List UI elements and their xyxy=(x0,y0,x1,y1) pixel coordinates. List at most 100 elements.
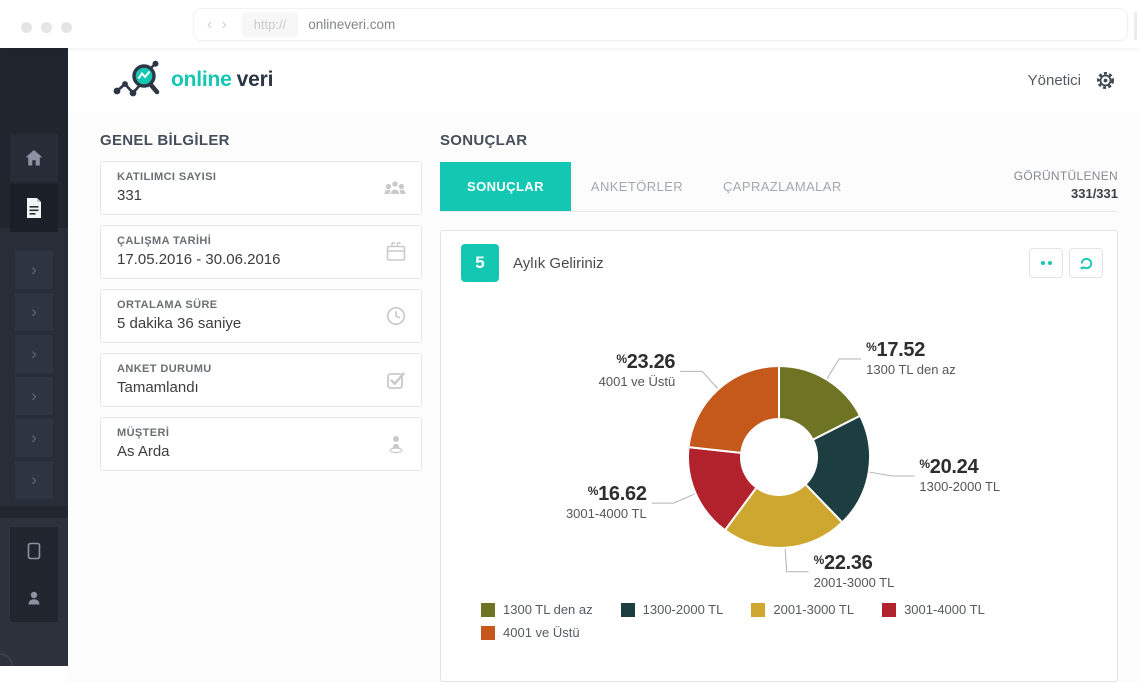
sidebar-item-expand-2[interactable]: › xyxy=(15,293,53,331)
info-panel: GENEL BİLGİLER KATILIMCI SAYISI 331 xyxy=(100,112,422,682)
legend-swatch xyxy=(481,626,495,640)
reset-button[interactable] xyxy=(1069,248,1103,278)
question-card: 5 Aylık Geliriniz xyxy=(440,230,1118,682)
tab-caprazlamalar[interactable]: ÇAPRAZLAMALAR xyxy=(703,162,862,211)
chart-leader-line xyxy=(827,359,861,379)
sidebar-item-profile[interactable] xyxy=(10,574,58,622)
sidebar-item-expand-5[interactable]: › xyxy=(15,419,53,457)
legend-item[interactable]: 4001 ve Üstü xyxy=(481,625,580,640)
legend-swatch xyxy=(751,603,765,617)
info-card-label: ANKET DURUMU xyxy=(117,363,375,375)
sidebar-item-home[interactable] xyxy=(10,134,58,182)
window-dot[interactable] xyxy=(21,22,32,33)
logo-text-secondary: veri xyxy=(237,68,274,91)
chart-leader-line xyxy=(680,371,717,388)
sidebar-item-expand-3[interactable]: › xyxy=(15,335,53,373)
viewed-counter: GÖRÜNTÜLENEN 331/331 xyxy=(1014,168,1118,205)
forward-icon[interactable]: › xyxy=(221,17,226,33)
viewed-label: GÖRÜNTÜLENEN xyxy=(1014,168,1118,185)
gear-icon xyxy=(1096,71,1115,90)
info-card-value: 331 xyxy=(117,187,375,204)
info-card-value: 17.05.2016 - 30.06.2016 xyxy=(117,251,375,268)
dots-icon xyxy=(1041,261,1052,265)
checkbox-icon xyxy=(384,368,408,392)
chart-leader-line xyxy=(652,494,695,503)
window-dot[interactable] xyxy=(41,22,52,33)
window-dot[interactable] xyxy=(61,22,72,33)
info-card-value: As Arda xyxy=(117,443,375,460)
sidebar-item-device[interactable] xyxy=(10,527,58,575)
info-card-label: ORTALAMA SÜRE xyxy=(117,299,375,311)
info-card-label: KATILIMCI SAYISI xyxy=(117,171,375,183)
back-icon[interactable]: ‹ xyxy=(207,17,212,33)
chart-slice-label: %16.623001-4000 TL xyxy=(566,484,647,521)
scrollbar[interactable] xyxy=(1134,12,1137,40)
legend-swatch xyxy=(481,603,495,617)
logo[interactable]: onlineveri xyxy=(110,59,273,101)
tabs: SONUÇLAR ANKETÖRLER ÇAPRAZLAMALAR GÖRÜNT… xyxy=(440,162,1118,212)
question-title: Aylık Geliriniz xyxy=(513,255,604,272)
info-card-date-range: ÇALIŞMA TARİHİ 17.05.2016 - 30.06.2016 xyxy=(100,225,422,279)
tablet-icon xyxy=(25,541,43,561)
info-card-label: ÇALIŞMA TARİHİ xyxy=(117,235,375,247)
sidebar-item-expand-6[interactable]: › xyxy=(15,461,53,499)
chevron-right-icon: › xyxy=(31,470,37,490)
user-menu[interactable]: Yönetici xyxy=(1028,72,1081,89)
info-card-customer: MÜŞTERİ As Arda xyxy=(100,417,422,471)
browser-bar: ‹ › http:// onlineveri.com xyxy=(0,0,1140,48)
legend-swatch xyxy=(621,603,635,617)
sidebar-item-expand-4[interactable]: › xyxy=(15,377,53,415)
sidebar: › › › › › › xyxy=(0,48,68,666)
sidebar-divider xyxy=(0,506,68,518)
more-button[interactable] xyxy=(1029,248,1063,278)
results-panel-title: SONUÇLAR xyxy=(440,132,1118,149)
legend-item[interactable]: 3001-4000 TL xyxy=(882,602,985,617)
settings-button[interactable] xyxy=(1096,71,1115,90)
logo-text-primary: online xyxy=(171,68,232,91)
chart-legend: 1300 TL den az 1300-2000 TL 2001-3000 TL 30… xyxy=(441,602,1117,648)
logo-text: onlineveri xyxy=(171,68,273,92)
info-card-participants: KATILIMCI SAYISI 331 xyxy=(100,161,422,215)
legend-item[interactable]: 1300-2000 TL xyxy=(621,602,724,617)
chart-slice-label: %23.264001 ve Üstü xyxy=(599,352,676,389)
chevron-right-icon: › xyxy=(31,386,37,406)
app-header: onlineveri Yönetici xyxy=(68,48,1140,112)
chart-leader-line xyxy=(870,472,915,476)
chevron-right-icon: › xyxy=(31,302,37,322)
calendar-icon xyxy=(384,240,408,264)
legend-label: 3001-4000 TL xyxy=(904,602,985,617)
legend-label: 1300-2000 TL xyxy=(643,602,724,617)
chevron-right-icon: › xyxy=(31,428,37,448)
url-input[interactable]: onlineveri.com xyxy=(308,17,395,32)
info-card-survey-status: ANKET DURUMU Tamamlandı xyxy=(100,353,422,407)
document-icon xyxy=(24,197,44,219)
customer-icon xyxy=(384,432,408,456)
chart-slice-label: %17.521300 TL den az xyxy=(866,340,956,377)
chart-leader-line xyxy=(785,549,809,572)
reset-icon xyxy=(1079,256,1094,271)
chart-slice[interactable] xyxy=(689,366,779,453)
window-controls xyxy=(21,22,72,33)
legend-label: 4001 ve Üstü xyxy=(503,625,580,640)
chevron-right-icon: › xyxy=(31,260,37,280)
donut-chart: %17.521300 TL den az%20.241300-2000 TL%2… xyxy=(441,292,1117,602)
tab-sonuclar[interactable]: SONUÇLAR xyxy=(440,162,571,211)
chart-slice-label: %22.362001-3000 TL xyxy=(814,553,895,590)
legend-item[interactable]: 2001-3000 TL xyxy=(751,602,854,617)
info-card-value: Tamamlandı xyxy=(117,379,375,396)
results-panel: SONUÇLAR SONUÇLAR ANKETÖRLER ÇAPRAZLAMAL… xyxy=(440,112,1118,682)
users-icon xyxy=(382,177,408,199)
clock-icon xyxy=(384,304,408,328)
legend-item[interactable]: 1300 TL den az xyxy=(481,602,593,617)
question-number-badge: 5 xyxy=(461,244,499,282)
sidebar-item-expand-1[interactable]: › xyxy=(15,251,53,289)
home-icon xyxy=(24,148,44,168)
info-card-average-time: ORTALAMA SÜRE 5 dakika 36 saniye xyxy=(100,289,422,343)
address-bar[interactable]: ‹ › http:// onlineveri.com xyxy=(193,8,1128,41)
tab-anketorler[interactable]: ANKETÖRLER xyxy=(571,162,703,211)
sidebar-item-reports[interactable] xyxy=(10,184,58,232)
info-card-label: MÜŞTERİ xyxy=(117,427,375,439)
user-icon xyxy=(24,588,44,608)
legend-swatch xyxy=(882,603,896,617)
logo-icon xyxy=(110,59,164,101)
